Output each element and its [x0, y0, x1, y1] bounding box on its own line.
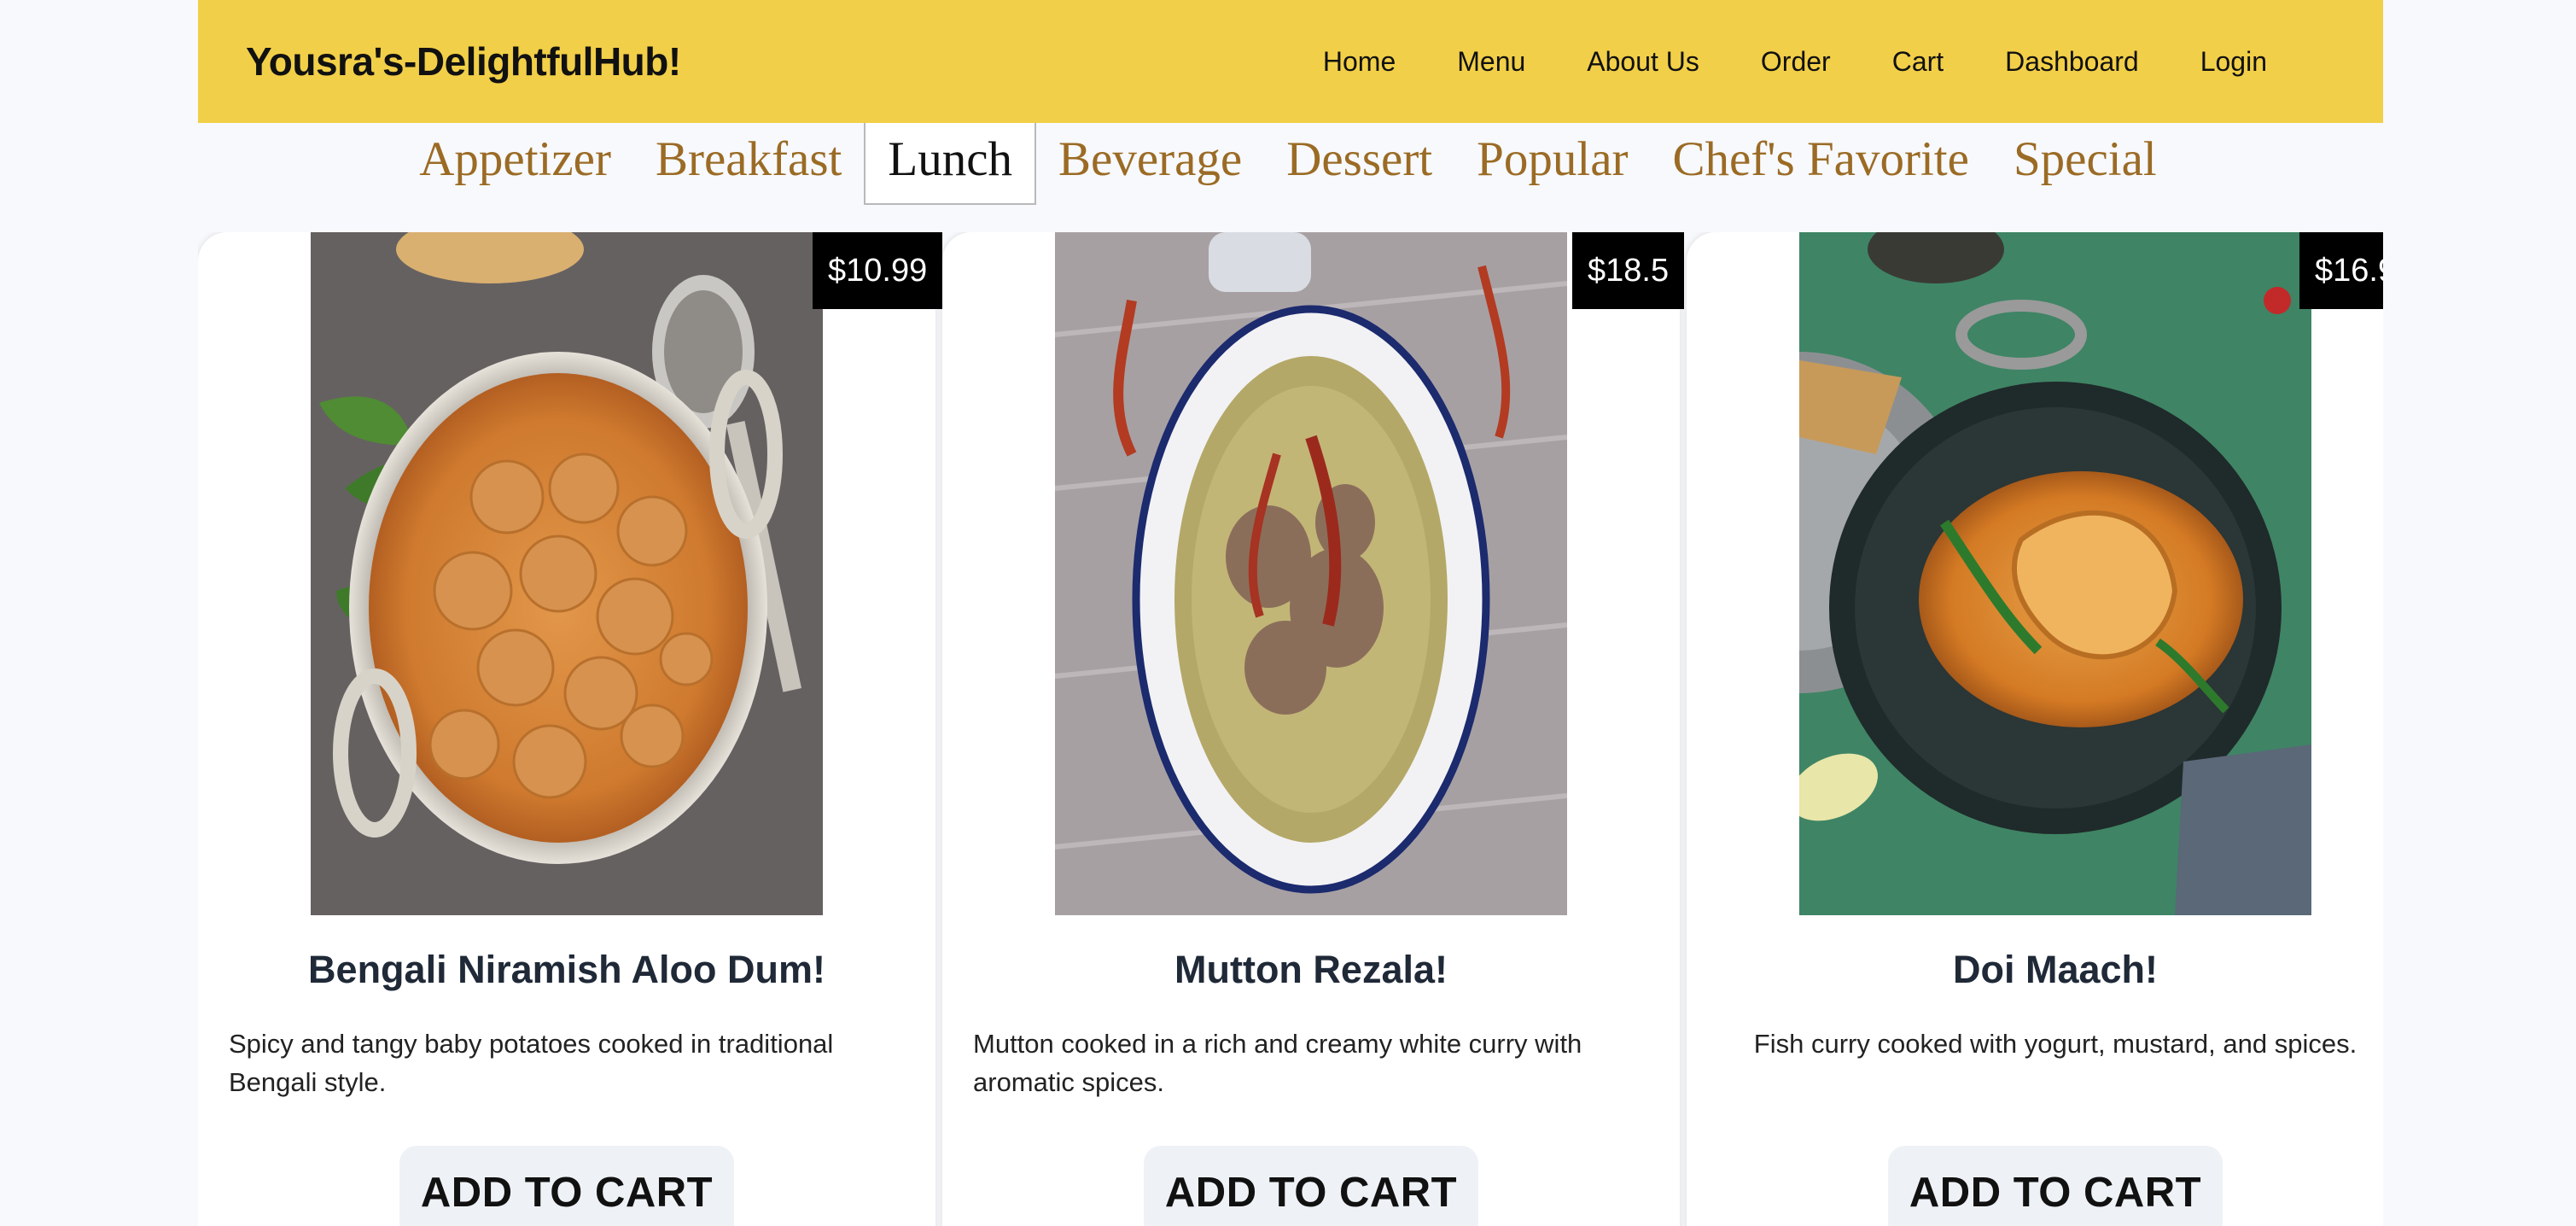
brand-logo-text[interactable]: Yousra's-DelightfulHub! — [246, 38, 681, 85]
tab-breakfast[interactable]: Breakfast — [633, 123, 864, 205]
tab-lunch[interactable]: Lunch — [864, 123, 1036, 205]
navbar: Yousra's-DelightfulHub! Home Menu About … — [198, 0, 2383, 123]
item-description: Fish curry cooked with yogurt, mustard, … — [1753, 1029, 2357, 1059]
nav-home-link[interactable]: Home — [1323, 46, 1396, 78]
nav-about-link[interactable]: About Us — [1587, 46, 1699, 78]
tab-chefs-favorite[interactable]: Chef's Favorite — [1650, 123, 1990, 205]
tab-popular[interactable]: Popular — [1454, 123, 1650, 205]
add-to-cart-button[interactable]: ADD TO CART — [1888, 1146, 2223, 1226]
tab-special[interactable]: Special — [1991, 123, 2179, 205]
tab-beverage[interactable]: Beverage — [1036, 123, 1264, 205]
item-title: Doi Maach! — [1952, 948, 2159, 991]
item-description: Spicy and tangy baby potatoes cooked in … — [229, 1029, 834, 1097]
item-description: Mutton cooked in a rich and creamy white… — [973, 1029, 1582, 1097]
tab-dessert[interactable]: Dessert — [1264, 123, 1454, 205]
mutton-rezala-image — [1055, 232, 1567, 915]
menu-card: $18.5 Mutton Rezala! Mutton cooked in a … — [942, 232, 1685, 1226]
tab-appetizer[interactable]: Appetizer — [397, 123, 633, 205]
item-title: Mutton Rezala! — [1174, 948, 1448, 991]
add-to-cart-button[interactable]: ADD TO CART — [1144, 1146, 1478, 1226]
price-tag: $16.99 — [2299, 232, 2383, 309]
category-tabs: Appetizer Breakfast Lunch Beverage Desse… — [0, 123, 2576, 208]
main-nav: Home Menu About Us Order Cart Dashboard … — [1262, 46, 2267, 78]
nav-cart-link[interactable]: Cart — [1892, 46, 1944, 78]
nav-dashboard-link[interactable]: Dashboard — [2005, 46, 2139, 78]
add-to-cart-button[interactable]: ADD TO CART — [399, 1146, 734, 1226]
menu-cards: $10.99 Bengali Niramish Aloo Dum! Spicy … — [198, 232, 2383, 1226]
doi-maach-image — [1799, 232, 2311, 915]
menu-card: $10.99 Bengali Niramish Aloo Dum! Spicy … — [198, 232, 943, 1226]
aloo-dum-image — [311, 232, 823, 915]
price-tag: $18.5 — [1572, 232, 1685, 309]
item-title: Bengali Niramish Aloo Dum! — [308, 948, 825, 991]
menu-card: $16.99 Doi Maach! Fish curry cooked with… — [1687, 232, 2383, 1226]
nav-menu-link[interactable]: Menu — [1457, 46, 1525, 78]
nav-login-link[interactable]: Login — [2200, 46, 2267, 78]
nav-order-link[interactable]: Order — [1761, 46, 1831, 78]
price-tag: $10.99 — [813, 232, 943, 309]
